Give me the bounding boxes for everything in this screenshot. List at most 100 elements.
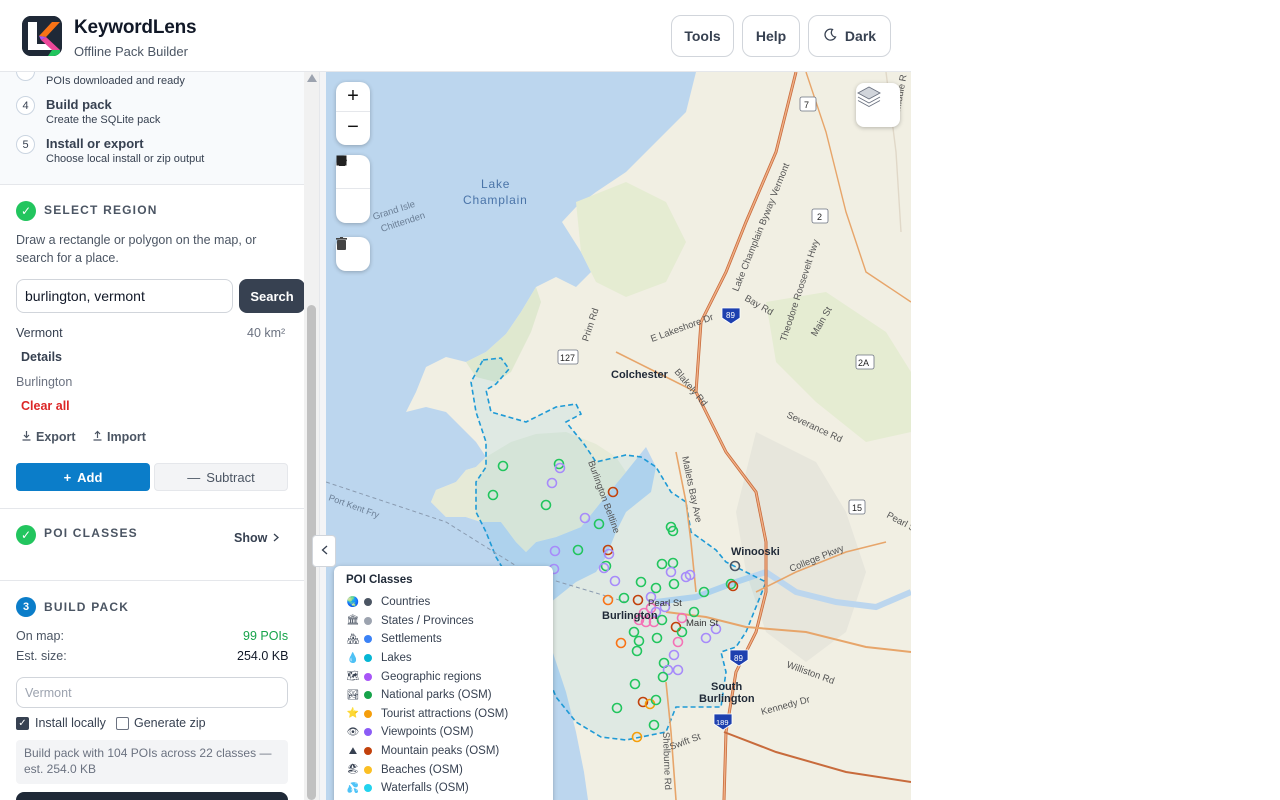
map[interactable]: Lake Champlain Grand Isle Chittenden Col… [326, 72, 911, 800]
import-button[interactable]: Import [92, 430, 146, 444]
legend-item-icon: 🏛 [346, 615, 360, 627]
legend-color-dot [364, 747, 372, 756]
delete-shape-button[interactable] [336, 237, 370, 271]
details-toggle[interactable]: Details [21, 350, 62, 364]
winooski-label: Winooski [731, 546, 780, 558]
app-header: KeywordLens Offline Pack Builder Tools H… [0, 0, 911, 72]
zoom-out-button[interactable]: − [336, 112, 370, 142]
legend-item: 💧 Lakes [346, 649, 541, 668]
steps-list: POIs downloaded and ready 4 Build pack C… [0, 72, 304, 185]
main-st-city-label: Main St [686, 618, 719, 629]
select-region-description: Draw a rectangle or polygon on the map, … [16, 233, 257, 265]
upload-icon [92, 430, 103, 444]
app-subtitle: Offline Pack Builder [74, 44, 188, 59]
est-size-label: Est. size: [16, 649, 67, 663]
tools-label: Tools [684, 28, 721, 44]
minus-icon: — [187, 469, 201, 485]
legend-item-label: Geographic regions [381, 670, 482, 683]
legend-item: 💦 Waterfalls (OSM) [346, 779, 541, 798]
on-map-value: 99 POIs [243, 629, 289, 643]
clear-all-button[interactable]: Clear all [21, 399, 70, 413]
legend-color-dot [364, 598, 372, 607]
layers-button[interactable] [856, 83, 900, 127]
legend-item-icon: 🏘 [346, 633, 360, 645]
generate-zip-label: Generate zip [134, 716, 206, 730]
panel-divider [319, 72, 326, 800]
install-locally-label: Install locally [35, 716, 106, 730]
route-2-label: 2 [817, 212, 822, 222]
legend-item: 👁 Viewpoints (OSM) [346, 723, 541, 742]
legend-color-dot [364, 654, 372, 663]
dark-label: Dark [844, 28, 877, 44]
region-search-input[interactable]: burlington, vermont [16, 279, 233, 313]
generate-zip-checkbox[interactable] [116, 717, 129, 730]
legend-item-label: Viewpoints (OSM) [381, 726, 474, 739]
zoom-control: + − [336, 82, 370, 145]
i189-label: 189 [716, 718, 729, 727]
tools-button[interactable]: Tools [671, 15, 734, 57]
export-button[interactable]: Export [21, 430, 76, 444]
legend-item-label: Lakes [381, 652, 412, 665]
legend-item: 🗺 Geographic regions [346, 667, 541, 686]
zoom-in-button[interactable]: + [336, 82, 370, 112]
region-search-value: burlington, vermont [25, 288, 145, 304]
add-label: Add [77, 469, 103, 485]
search-button[interactable]: Search [239, 279, 304, 313]
legend-item-label: Settlements [381, 633, 442, 646]
legend-item: 🏖 Beaches (OSM) [346, 760, 541, 779]
pack-name-input[interactable]: Vermont [16, 677, 288, 708]
draw-rectangle-button[interactable] [336, 155, 370, 223]
app-logo [22, 16, 62, 56]
legend-color-dot [364, 672, 372, 681]
install-locally-checkbox[interactable]: ✓ [16, 717, 29, 730]
legend-item: 🏘 Settlements [346, 630, 541, 649]
region-name: Vermont [16, 326, 63, 340]
legend-item-label: Countries [381, 596, 431, 609]
route-15-label: 15 [852, 503, 862, 513]
collapse-sidebar-button[interactable] [312, 535, 336, 567]
legend-item-label: National parks (OSM) [381, 689, 492, 702]
lake-label: Lake [481, 177, 510, 191]
chevron-left-icon [321, 542, 328, 560]
legend-item-icon: 💦 [346, 782, 360, 794]
scroll-up-arrow-icon[interactable] [307, 74, 317, 82]
legend-item-icon: ⭐ [346, 708, 360, 720]
add-button[interactable]: + Add [16, 463, 150, 491]
legend-item: 🏛 States / Provinces [346, 612, 541, 631]
legend-color-dot [364, 709, 372, 718]
region-area: 40 km² [247, 326, 286, 340]
legend-item-label: Beaches (OSM) [381, 763, 463, 776]
champlain-label: Champlain [463, 193, 528, 207]
legend-item-icon: 🌏 [346, 596, 360, 608]
help-button[interactable]: Help [742, 15, 800, 57]
route-2a-label: 2A [858, 358, 869, 368]
south-label: South [711, 681, 742, 693]
poi-classes-title: POI CLASSES [44, 526, 138, 540]
import-label: Import [107, 430, 146, 444]
dark-mode-button[interactable]: Dark [808, 15, 891, 57]
chevron-right-icon [273, 531, 280, 545]
route-7-label: 7 [804, 100, 809, 110]
show-label: Show [234, 531, 268, 545]
poi-classes-show-button[interactable]: Show [234, 531, 280, 545]
region-place: Burlington [16, 375, 73, 389]
legend-color-dot [364, 616, 372, 625]
legend-item: ⭐ Tourist attractions (OSM) [346, 705, 541, 724]
legend-item-icon: 🏖 [346, 764, 360, 776]
export-label: Export [36, 430, 76, 444]
poi-classes-check-icon: ✓ [16, 525, 36, 545]
subtract-button[interactable]: — Subtract [154, 463, 288, 491]
colchester-label: Colchester [611, 369, 669, 381]
step-4-desc: Create the SQLite pack [46, 114, 161, 126]
legend-color-dot [364, 765, 372, 774]
select-region-title: SELECT REGION [44, 203, 158, 217]
help-label: Help [755, 28, 787, 44]
legend-item-label: Tourist attractions (OSM) [381, 707, 509, 720]
build-pack-button[interactable] [16, 792, 288, 800]
step-4-circle: 4 [16, 96, 35, 115]
search-button-label: Search [250, 288, 294, 304]
build-summary: Build pack with 104 POIs across 22 class… [16, 740, 288, 784]
legend-color-dot [364, 691, 372, 700]
pack-name-placeholder: Vermont [25, 685, 72, 700]
step-4-title: Build pack [46, 97, 112, 112]
